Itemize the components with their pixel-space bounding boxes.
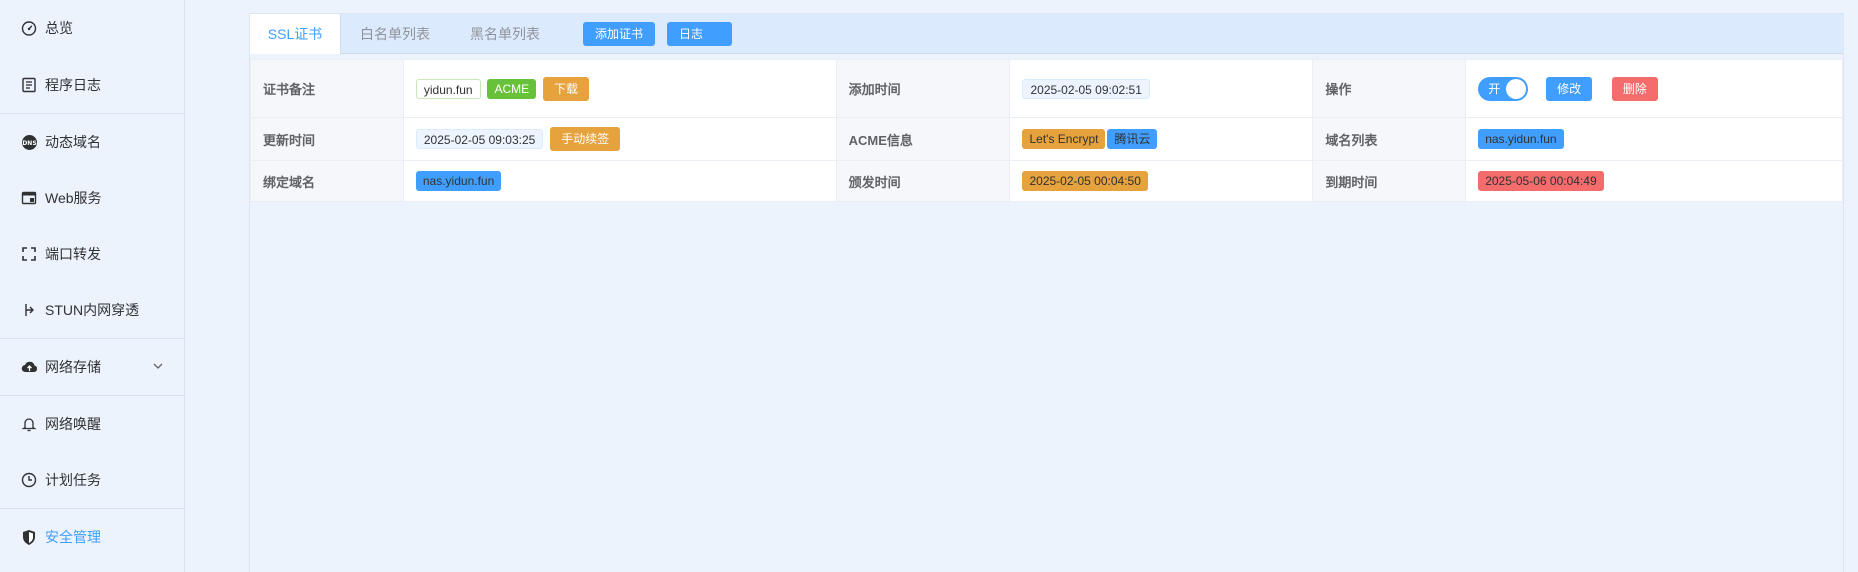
sidebar-item-wake-on-lan[interactable]: 网络唤醒 [0,396,184,452]
acme-info-label: ACME信息 [835,117,1011,161]
table-row: 绑定域名 nas.yidun.fun 颁发时间 2025-02-05 00:04… [250,160,1843,202]
chevron-down-icon[interactable] [152,359,164,375]
tab-blacklist[interactable]: 黑名单列表 [450,14,560,54]
acme-info-cell: Let's Encrypt 腾讯云 [1009,117,1314,161]
sidebar-item-label: 总览 [45,20,73,36]
sidebar-item-label: 网络存储 [45,359,101,375]
sidebar-item-label: STUN内网穿透 [45,302,140,318]
remark-label: 证书备注 [250,59,404,118]
sidebar-item-label: 网络唤醒 [45,416,101,432]
bound-domain-cell: nas.yidun.fun [402,160,837,202]
add-cert-button[interactable]: 添加证书 [583,22,656,46]
dashboard-icon [20,19,38,37]
web-icon [20,189,38,207]
delete-button[interactable]: 删除 [1611,76,1658,101]
dns-icon: DNS [20,133,38,151]
sidebar-item-label: 端口转发 [45,246,101,262]
sidebar-item-label: 计划任务 [45,472,101,488]
sidebar-item-overview[interactable]: 总览 [0,0,184,56]
ca-tag: Let's Encrypt [1022,129,1106,149]
issued-time-cell: 2025-02-05 00:04:50 [1009,160,1314,202]
sidebar-item-ddns[interactable]: DNS 动态域名 [0,114,184,170]
expire-time-cell: 2025-05-06 00:04:49 [1465,160,1843,202]
domain-tag: nas.yidun.fun [1478,129,1564,149]
sidebar-item-label: 安全管理 [45,529,101,545]
enable-switch[interactable]: 开 [1478,76,1529,101]
actions-label: 操作 [1312,59,1467,118]
tab-whitelist[interactable]: 白名单列表 [340,14,450,54]
expire-time-label: 到期时间 [1312,160,1467,202]
actions-cell: 开 修改 删除 [1465,59,1843,118]
updated-time-label: 更新时间 [250,117,404,161]
bound-domain-tag: nas.yidun.fun [415,171,502,191]
expire-time-tag: 2025-05-06 00:04:49 [1478,171,1604,191]
sidebar-item-label: Web服务 [45,190,102,206]
sidebar-item-port-forward[interactable]: 端口转发 [0,226,184,282]
issued-time-label: 颁发时间 [835,160,1011,202]
remark-cell: yidun.fun ACME 下载 [402,59,837,118]
stun-icon [20,301,38,319]
switch-label: 开 [1488,81,1501,96]
cloud-upload-icon [20,358,38,376]
tab-ssl-cert[interactable]: SSL证书 [250,14,341,54]
sidebar-item-label: 程序日志 [45,77,101,93]
issued-time-tag: 2025-02-05 00:04:50 [1022,171,1148,191]
edit-button[interactable]: 修改 [1546,76,1593,101]
added-time-tag: 2025-02-05 09:02:51 [1022,78,1150,99]
sidebar-item-web-service[interactable]: Web服务 [0,170,184,226]
bound-domain-label: 绑定域名 [250,160,404,202]
clock-icon [20,471,38,489]
manual-renew-button[interactable]: 手动续签 [550,127,621,151]
log-button[interactable]: 日志 [667,22,732,46]
port-forward-icon [20,245,38,263]
added-time-label: 添加时间 [835,59,1011,118]
sidebar-item-network-storage[interactable]: 网络存储 [0,339,184,395]
sidebar-item-label: 动态域名 [45,134,101,150]
dns-provider-tag: 腾讯云 [1107,129,1158,149]
cert-detail-table: 证书备注 yidun.fun ACME 下载 添加时间 2025-02-05 0… [250,59,1843,202]
domain-list-label: 域名列表 [1312,117,1467,161]
added-time-cell: 2025-02-05 09:02:51 [1009,59,1314,118]
shield-icon [20,528,38,546]
updated-time-cell: 2025-02-05 09:03:25 手动续签 [402,117,837,161]
tab-bar: SSL证书 白名单列表 黑名单列表 添加证书 日志 [250,14,1843,54]
sidebar-item-program-log[interactable]: 程序日志 [0,57,184,113]
table-row: 证书备注 yidun.fun ACME 下载 添加时间 2025-02-05 0… [250,59,1843,118]
log-icon [20,76,38,94]
updated-time-tag: 2025-02-05 09:03:25 [415,129,544,149]
download-button[interactable]: 下载 [543,76,590,101]
remark-tag: yidun.fun [415,78,481,99]
table-row: 更新时间 2025-02-05 09:03:25 手动续签 ACME信息 Let… [250,117,1843,161]
sidebar-item-security[interactable]: 安全管理 [0,509,184,565]
acme-tag: ACME [487,78,537,99]
sidebar-item-stun[interactable]: STUN内网穿透 [0,282,184,338]
sidebar: 总览 程序日志 DNS 动态域名 Web服务 端口转发 STUN内网穿透 网络存… [0,0,185,572]
main-card: SSL证书 白名单列表 黑名单列表 添加证书 日志 证书备注 yidun.fun… [249,13,1844,572]
sidebar-item-scheduled-tasks[interactable]: 计划任务 [0,452,184,508]
bell-icon [20,415,38,433]
switch-knob [1506,78,1527,99]
svg-text:DNS: DNS [22,140,36,147]
domain-list-cell: nas.yidun.fun [1465,117,1843,161]
